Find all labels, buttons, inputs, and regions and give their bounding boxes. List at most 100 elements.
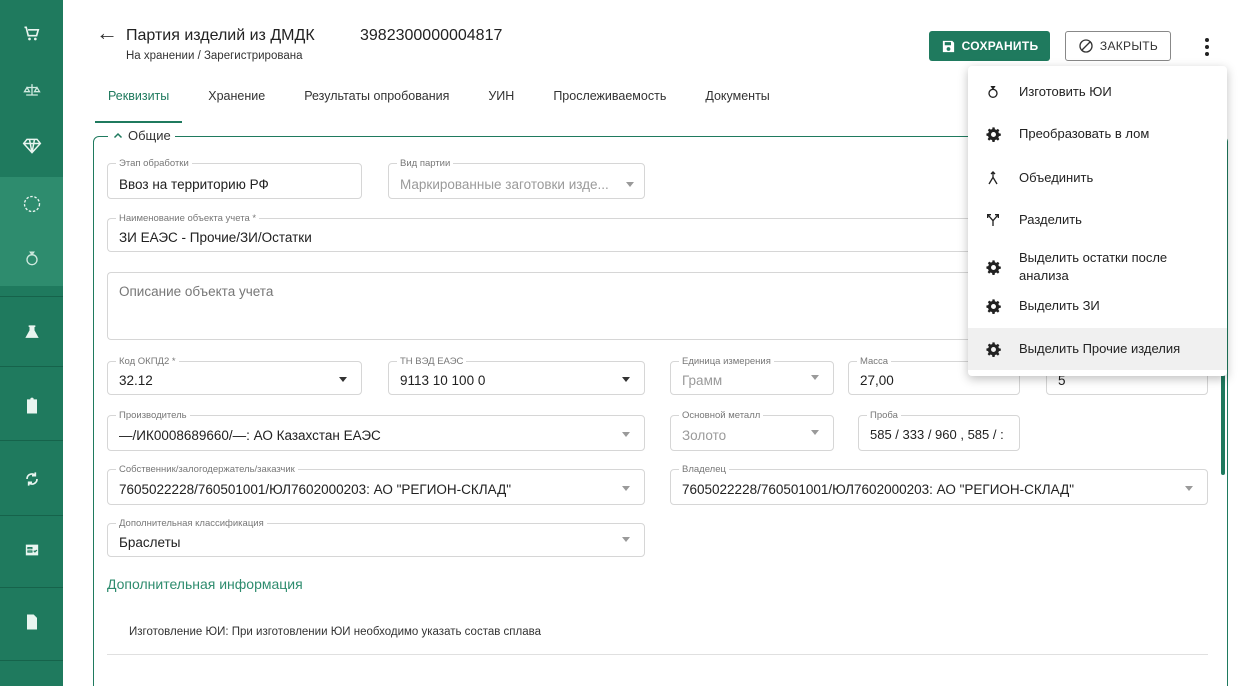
chevron-up-icon [113,132,123,138]
tab-uin[interactable]: УИН [488,81,514,123]
floppy-icon [942,40,954,52]
header: ← Партия изделий из ДМДК 398230000000481… [63,0,1245,70]
menu-item-label: Разделить [1019,212,1082,227]
menu-item-label: Изготовить ЮИ [1019,84,1112,99]
owner-pledge-value: 7605022228/760501001/ЮЛ7602000203: АО "Р… [119,482,512,497]
chevron-down-icon [811,375,819,380]
menu-item-split[interactable]: Разделить [968,202,1227,238]
extra-classification-label: Дополнительная классификация [116,518,267,529]
description-placeholder: Описание объекта учета [119,284,274,299]
batch-type-label: Вид партии [397,158,454,169]
manufacturer-select[interactable]: Производитель —/ИК0008689660/—: АО Казах… [107,410,645,451]
section-title: Общие [128,128,171,143]
object-name-field[interactable]: Наименование объекта учета * ЗИ ЕАЭС - П… [107,213,969,252]
scales-icon[interactable] [0,66,63,114]
menu-item-label: Выделить остатки после анализа [1019,250,1168,283]
okpd2-value: 32.12 [119,373,153,388]
chevron-down-icon[interactable] [1185,486,1193,491]
save-button[interactable]: СОХРАНИТЬ [929,31,1050,61]
description-textarea[interactable]: Описание объекта учета [107,272,969,340]
close-button[interactable]: ЗАКРЫТЬ [1065,31,1171,61]
object-name-label: Наименование объекта учета * [116,213,260,224]
menu-item-separate-residues[interactable]: Выделить остатки после анализа [968,244,1227,290]
extra-classification-value: Браслеты [119,535,181,550]
flask-icon[interactable] [0,306,63,358]
diamond-icon[interactable] [0,122,63,170]
holder-value: 7605022228/760501001/ЮЛ7602000203: АО "Р… [682,482,1075,497]
probe-label: Проба [867,410,901,421]
circle-dashed-icon[interactable] [0,177,63,230]
merge-icon [984,169,1002,187]
document-number: 3982300000004817 [360,27,503,44]
stage-field[interactable]: Этап обработки Ввоз на территорию РФ [107,158,362,199]
document-icon[interactable] [0,596,63,648]
additional-info-note: Изготовление ЮИ: При изготовлении ЮИ нео… [129,626,542,638]
menu-item-label: Выделить ЗИ [1019,298,1100,313]
tab-requisites[interactable]: Реквизиты [94,81,183,123]
okpd2-select[interactable]: Код ОКПД2 * 32.12 [107,356,362,395]
menu-item-merge[interactable]: Объединить [968,160,1227,196]
probe-field[interactable]: Проба 585 / 333 / 960 , 585 / : [858,410,1020,451]
tab-storage[interactable]: Хранение [208,81,265,123]
chevron-down-icon[interactable] [622,537,630,542]
owner-pledge-select[interactable]: Собственник/залогодержатель/заказчик 760… [107,464,645,505]
object-name-value: ЗИ ЕАЭС - Прочие/ЗИ/Остатки [119,230,312,245]
tnved-select[interactable]: ТН ВЭД ЕАЭС 9113 10 100 0 [388,356,645,395]
chevron-down-icon[interactable] [622,377,630,382]
split-icon [984,211,1002,229]
main-metal-label: Основной металл [679,410,764,421]
menu-item-make-jewelry[interactable]: Изготовить ЮИ [968,74,1227,110]
mass-label: Масса [857,356,892,367]
chevron-down-icon[interactable] [622,432,630,437]
chevron-down-icon[interactable] [339,377,347,382]
menu-item-label: Объединить [1019,170,1094,185]
manufacturer-value: —/ИК0008689660/—: АО Казахстан ЕАЭС [119,428,381,443]
extra-classification-select[interactable]: Дополнительная классификация Браслеты [107,518,645,557]
okpd2-label: Код ОКПД2 * [116,356,179,367]
tab-assay-results[interactable]: Результаты опробования [304,81,449,123]
tnved-value: 9113 10 100 0 [400,373,486,388]
holder-label: Владелец [679,464,729,475]
mass-value: 27,00 [860,373,894,388]
sync-icon[interactable] [0,453,63,505]
more-vert-icon[interactable] [1204,38,1210,56]
chevron-down-icon[interactable] [622,486,630,491]
cart-icon[interactable] [0,10,63,58]
close-button-label: ЗАКРЫТЬ [1099,39,1159,53]
status-subtitle: На хранении / Зарегистрирована [126,50,303,62]
chevron-down-icon [811,430,819,435]
menu-item-separate-other[interactable]: Выделить Прочие изделия [968,328,1227,370]
section-legend[interactable]: Общие [108,128,175,143]
menu-item-separate-zi[interactable]: Выделить ЗИ [968,288,1227,324]
clipboard-icon[interactable] [0,380,63,432]
ring-icon[interactable] [0,230,63,286]
back-arrow-icon[interactable]: ← [96,22,118,44]
tab-traceability[interactable]: Прослеживаемость [553,81,666,123]
sidebar [0,0,63,686]
main-metal-select: Основной металл Золото [670,410,834,451]
stage-label: Этап обработки [116,158,192,169]
additional-info-title[interactable]: Дополнительная информация [107,576,303,592]
actions-menu: Изготовить ЮИ Преобразовать в лом Объеди… [968,66,1227,376]
gear-icon [984,297,1002,315]
probe-value: 585 / 333 / 960 , 585 / : [870,427,1004,442]
stage-value: Ввоз на территорию РФ [119,177,269,192]
save-button-label: СОХРАНИТЬ [961,39,1039,53]
tab-documents[interactable]: Документы [705,81,769,123]
menu-item-label: Преобразовать в лом [1019,126,1150,141]
tnved-label: ТН ВЭД ЕАЭС [397,356,467,367]
checklist-icon[interactable] [0,524,63,576]
chevron-down-icon [626,182,634,187]
cancel-circle-icon [1079,39,1093,53]
batch-type-value: Маркированные заготовки изде... [400,177,609,192]
menu-item-label: Выделить Прочие изделия [1019,341,1181,356]
manufacturer-label: Производитель [116,410,190,421]
gear-icon [984,258,1002,276]
divider [107,654,1208,655]
main-metal-value: Золото [682,428,727,443]
holder-select[interactable]: Владелец 7605022228/760501001/ЮЛ76020002… [670,464,1208,505]
unit-select: Единица измерения Грамм [670,356,834,395]
menu-item-convert-scrap[interactable]: Преобразовать в лом [968,116,1227,152]
ring-icon [984,83,1002,101]
gear-icon [984,125,1002,143]
